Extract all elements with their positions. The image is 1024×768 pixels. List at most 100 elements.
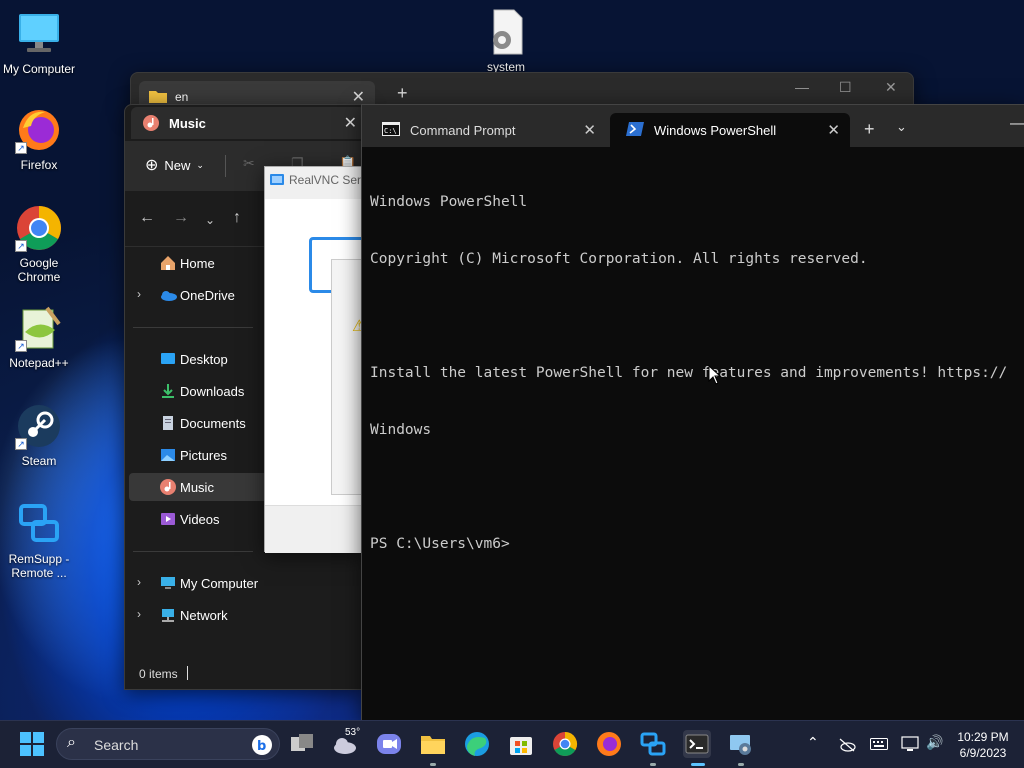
dialog-body: ⚠ — [265, 199, 371, 505]
chat-icon — [377, 734, 401, 754]
taskbar-terminal[interactable] — [683, 730, 711, 766]
sidebar-item-network[interactable]: › Network — [129, 601, 361, 629]
terminal-output[interactable]: Windows PowerShell Copyright (C) Microso… — [370, 155, 1024, 592]
start-button[interactable] — [18, 730, 46, 758]
desktop-icon-steam[interactable]: ↗ Steam — [0, 402, 78, 468]
search-icon: ⌕ — [67, 734, 76, 751]
system-clock[interactable]: 10:29 PM 6/9/2023 — [948, 729, 1018, 761]
shortcut-arrow-icon: ↗ — [15, 438, 27, 450]
weather-temp: 53° — [345, 727, 361, 738]
desktop-icon-firefox[interactable]: ↗ Firefox — [0, 106, 78, 172]
network-icon — [159, 606, 177, 624]
tab-dropdown-icon[interactable]: ⌄ — [896, 119, 907, 135]
clock-time: 10:29 PM — [957, 730, 1009, 744]
terminal-line: Windows PowerShell — [370, 194, 528, 210]
svg-text:C:\: C:\ — [384, 127, 397, 135]
tab-windows-powershell[interactable]: Windows PowerShell ✕ — [610, 113, 850, 147]
sidebar-item-label: OneDrive — [180, 288, 235, 303]
minimize-icon[interactable]: — — [795, 79, 809, 95]
sidebar-divider — [133, 551, 253, 552]
maximize-icon[interactable]: ☐ — [839, 79, 852, 96]
svg-text:b: b — [257, 739, 266, 754]
new-tab-button[interactable]: + — [397, 83, 408, 104]
task-view-button[interactable] — [288, 730, 316, 758]
cmd-icon: C:\ — [382, 122, 400, 136]
sidebar-item-my-computer[interactable]: › My Computer — [129, 569, 361, 597]
download-icon — [159, 382, 177, 400]
taskbar-remsupp[interactable] — [639, 730, 667, 766]
cloud-icon — [159, 286, 177, 304]
taskbar-store[interactable] — [507, 730, 535, 758]
document-icon — [159, 414, 177, 432]
sidebar-item-label: Videos — [180, 512, 220, 527]
desktop-icon-my-computer[interactable]: My Computer — [0, 10, 78, 76]
chevron-right-icon[interactable]: › — [137, 607, 141, 621]
bing-icon: b — [252, 735, 272, 755]
realvnc-dialog[interactable]: RealVNC Serv ⚠ — [264, 166, 371, 553]
store-icon — [510, 737, 532, 755]
steam-icon: ↗ — [15, 402, 63, 450]
picture-icon — [159, 446, 177, 464]
new-button[interactable]: ⊕ New ⌄ — [145, 155, 204, 175]
clock-date: 6/9/2023 — [959, 746, 1007, 760]
plus-circle-icon: ⊕ — [145, 157, 159, 174]
monitor-icon — [159, 574, 177, 592]
chrome-icon: ↗ — [15, 204, 63, 252]
tab-label: Command Prompt — [410, 123, 516, 138]
realvnc-icon — [730, 735, 751, 755]
terminal-window[interactable]: C:\ Command Prompt ✕ Windows PowerShell … — [361, 104, 1024, 720]
desktop-icon-chrome[interactable]: ↗ Google Chrome — [0, 204, 78, 284]
forward-arrow-icon[interactable]: → — [173, 209, 189, 227]
music-icon — [143, 115, 159, 131]
volume-icon[interactable]: 🔊 — [926, 734, 943, 751]
close-tab-icon[interactable]: ✕ — [827, 121, 840, 139]
terminal-line: Install the latest PowerShell for new fe… — [370, 365, 1008, 381]
taskbar-file-explorer[interactable] — [419, 730, 447, 766]
desktop-icon-label: RemSupp - Remote ... — [8, 552, 70, 580]
new-tab-button[interactable]: + — [864, 119, 875, 140]
keyboard-icon[interactable] — [870, 738, 888, 750]
taskbar-teams[interactable] — [375, 730, 403, 758]
cut-icon[interactable]: ✂ — [243, 155, 261, 173]
show-hidden-icons-chevron-icon[interactable]: ⌃ — [807, 734, 819, 751]
explorer-tab-music[interactable]: Music ✕ — [131, 107, 365, 139]
close-tab-icon[interactable]: ✕ — [344, 113, 357, 133]
tab-command-prompt[interactable]: C:\ Command Prompt ✕ — [366, 113, 606, 147]
taskbar-realvnc[interactable] — [727, 730, 755, 766]
sidebar-item-label: Desktop — [180, 352, 228, 367]
folder-icon — [421, 736, 445, 754]
home-icon — [159, 254, 177, 272]
desktop-icon-label: Google Chrome — [17, 256, 61, 284]
taskbar-chrome[interactable] — [551, 730, 579, 758]
weather-widget[interactable]: 53° — [331, 727, 361, 758]
shortcut-arrow-icon: ↗ — [15, 142, 27, 154]
status-divider — [187, 666, 188, 680]
video-icon — [159, 510, 177, 528]
onedrive-offline-icon[interactable] — [838, 738, 856, 752]
folder-icon — [149, 91, 167, 103]
up-arrow-icon[interactable]: ↑ — [233, 209, 241, 227]
close-tab-icon[interactable]: ✕ — [583, 121, 596, 139]
desktop-icon-remsupp[interactable]: RemSupp - Remote ... — [0, 500, 78, 580]
taskbar-firefox[interactable] — [595, 730, 623, 758]
sidebar-item-label: Network — [180, 608, 228, 623]
taskbar-edge[interactable] — [463, 730, 491, 758]
taskbar-search[interactable]: ⌕ Search b — [56, 728, 280, 760]
desktop-icon-label: Notepad++ — [9, 356, 69, 370]
toolbar-divider — [225, 155, 226, 177]
close-icon[interactable]: ✕ — [885, 79, 897, 96]
desktop-icon-label: My Computer — [2, 62, 76, 76]
tab-label: Windows PowerShell — [654, 123, 777, 138]
terminal-icon — [685, 734, 709, 754]
chevron-right-icon[interactable]: › — [137, 575, 141, 589]
recent-chevron-icon[interactable]: ⌄ — [205, 213, 215, 227]
chevron-right-icon[interactable]: › — [137, 287, 141, 301]
minimize-icon[interactable]: — — [1010, 115, 1024, 133]
network-display-icon[interactable] — [901, 736, 919, 752]
desktop-icon-system[interactable]: system — [467, 8, 545, 74]
desktop-icon-notepadpp[interactable]: ↗ Notepad++ — [0, 304, 78, 370]
sidebar-divider — [133, 327, 253, 328]
realvnc-icon — [270, 174, 284, 185]
back-arrow-icon[interactable]: ← — [139, 209, 155, 227]
